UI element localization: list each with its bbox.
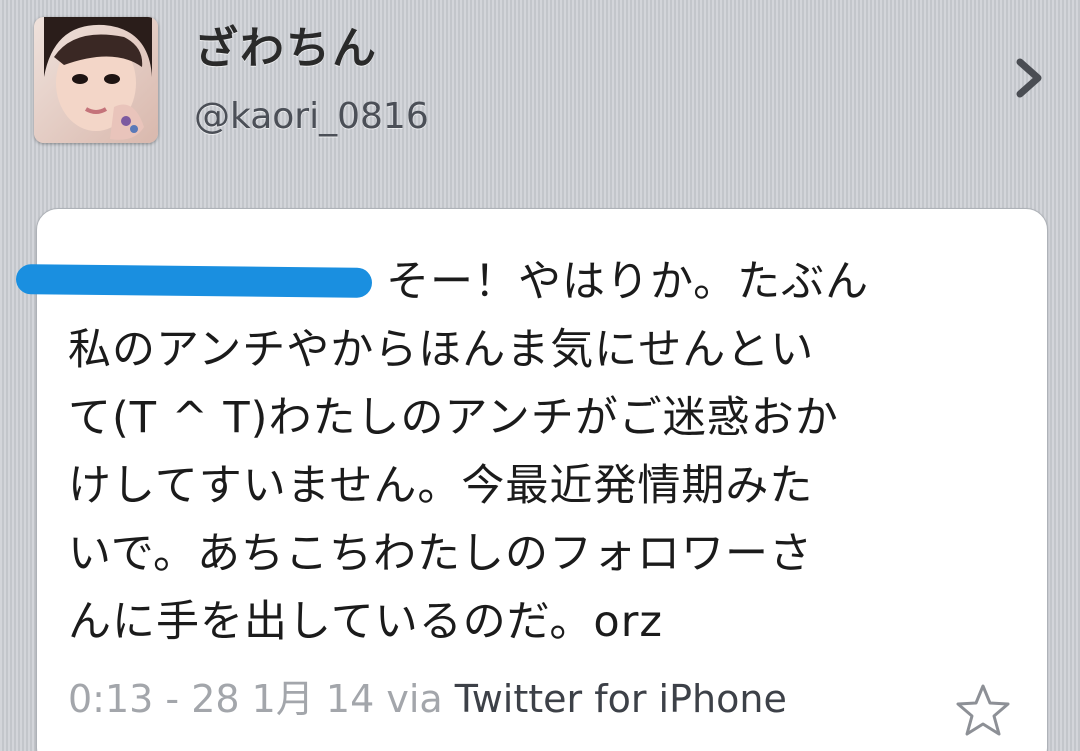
tweet-text-line: 私のアンチやからほんま気にせんとい xyxy=(68,325,815,375)
tweet-text-line: て(T ^ T)わたしのアンチがご迷惑おか xyxy=(68,393,839,443)
profile-header[interactable]: ざわちん @kaori_0816 xyxy=(0,0,1080,200)
star-outline-icon[interactable] xyxy=(952,680,1014,740)
client-link[interactable]: Twitter for iPhone xyxy=(455,677,787,721)
user-avatar-photo-icon xyxy=(34,17,158,143)
tweet-text-line: そー！やはりか。たぶん xyxy=(386,257,870,307)
chevron-right-icon[interactable] xyxy=(1006,50,1054,106)
tweet-timestamp: 0:13 - 28 1月 14 xyxy=(68,677,375,721)
display-name[interactable]: ざわちん xyxy=(194,12,378,76)
tweet-text: そー！やはりか。たぶん 私のアンチやからほんま気にせんとい て(T ^ T)わた… xyxy=(68,248,998,656)
tweet-text-line: いで。あちこちわたしのフォロワーさ xyxy=(68,529,813,579)
tweet-text-line: けしてすいません。今最近発情期みた xyxy=(68,461,814,511)
user-handle[interactable]: @kaori_0816 xyxy=(194,96,429,137)
avatar[interactable] xyxy=(34,17,158,143)
via-label: via xyxy=(386,677,443,721)
tweet-meta: 0:13 - 28 1月 14 via Twitter for iPhone xyxy=(68,668,787,723)
tweet-text-line: んに手を出しているのだ。orz xyxy=(68,597,663,647)
